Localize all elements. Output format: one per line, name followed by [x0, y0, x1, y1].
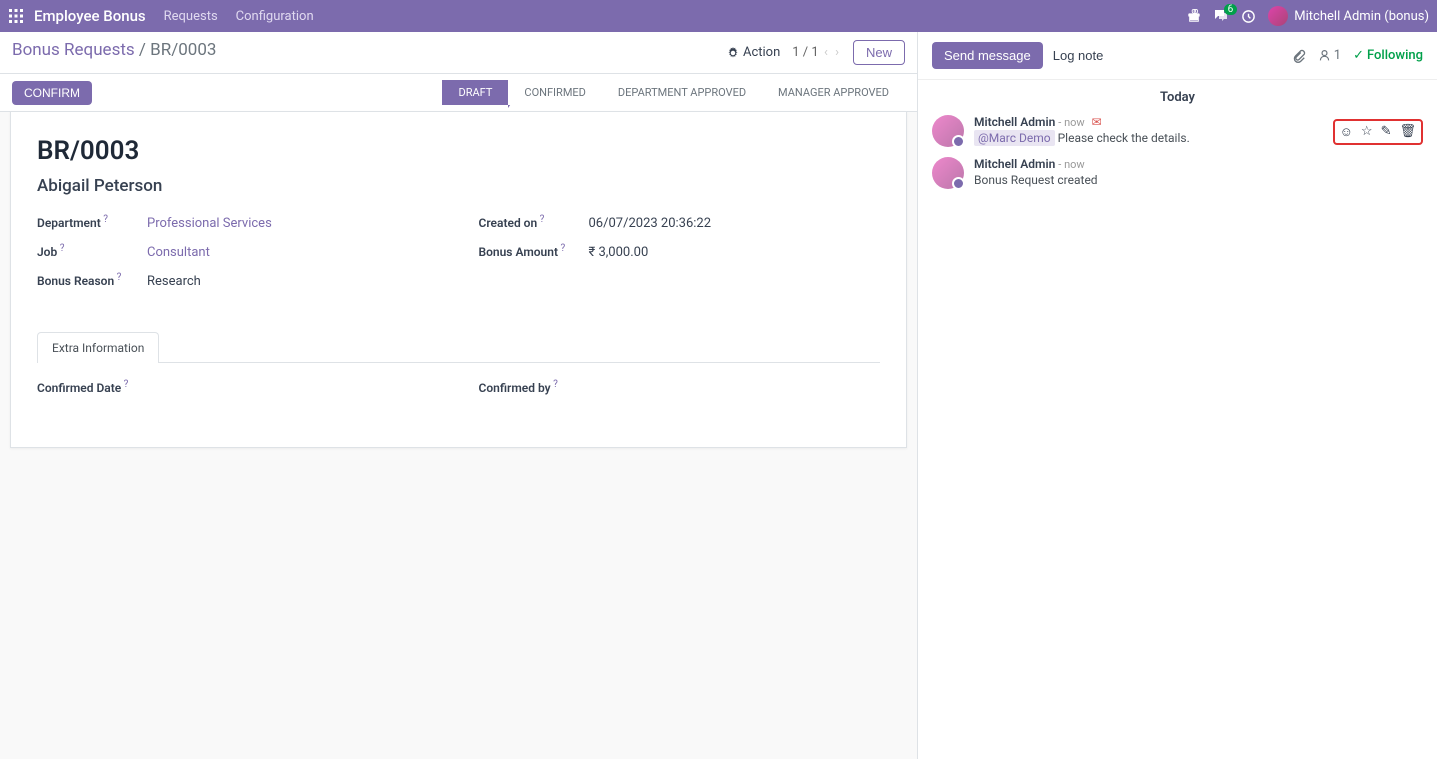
app-title: Employee Bonus — [34, 7, 146, 25]
message-author[interactable]: Mitchell Admin — [974, 115, 1055, 129]
status-step-draft[interactable]: DRAFT — [442, 80, 508, 105]
edit-icon[interactable]: ✎ — [1381, 124, 1392, 140]
clock-icon[interactable] — [1241, 9, 1256, 24]
user-menu[interactable]: Mitchell Admin (bonus) — [1268, 6, 1429, 26]
created-on-label: Created on — [479, 216, 538, 230]
emoji-icon[interactable]: ☺ — [1340, 124, 1353, 140]
gift-icon[interactable] — [1187, 9, 1201, 23]
bonus-reason-value: Research — [147, 274, 201, 289]
confirm-button[interactable]: CONFIRM — [12, 81, 92, 105]
record-title: BR/0003 — [37, 136, 880, 166]
status-step-mgr-approved[interactable]: MANAGER APPROVED — [762, 80, 905, 105]
nav-configuration[interactable]: Configuration — [236, 9, 314, 24]
delete-icon[interactable]: 🗑 — [1399, 124, 1416, 140]
following-button[interactable]: ✓ Following — [1353, 48, 1423, 63]
pager-next-icon[interactable]: › — [835, 45, 839, 60]
message-author[interactable]: Mitchell Admin — [974, 157, 1055, 171]
avatar-icon — [932, 157, 964, 189]
avatar-icon — [932, 115, 964, 147]
bonus-reason-label: Bonus Reason — [37, 274, 114, 288]
mention[interactable]: @Marc Demo — [974, 130, 1055, 146]
send-message-button[interactable]: Send message — [932, 42, 1043, 69]
confirmed-date-label: Confirmed Date — [37, 381, 121, 395]
message-time: now — [1064, 158, 1085, 171]
avatar-icon — [1268, 6, 1288, 26]
message-time: now — [1064, 116, 1085, 129]
attachment-icon[interactable] — [1292, 49, 1306, 63]
pager-text: 1 / 1 — [792, 45, 818, 60]
confirmed-by-label: Confirmed by — [479, 381, 551, 395]
new-button[interactable]: New — [853, 40, 905, 65]
chatter-date-header: Today — [932, 90, 1423, 105]
breadcrumb-root[interactable]: Bonus Requests — [12, 40, 135, 60]
followers-count[interactable]: 1 — [1318, 48, 1341, 63]
action-menu[interactable]: Action — [727, 45, 780, 60]
message-item: Mitchell Admin - now ✉ @Marc Demo Please… — [932, 115, 1423, 147]
status-step-dept-approved[interactable]: DEPARTMENT APPROVED — [602, 80, 762, 105]
created-on-value: 06/07/2023 20:36:22 — [589, 216, 712, 231]
job-value[interactable]: Consultant — [147, 245, 210, 260]
star-icon[interactable]: ☆ — [1361, 124, 1373, 140]
apps-icon[interactable] — [8, 8, 24, 24]
message-text: Bonus Request created — [974, 173, 1423, 187]
message-item: Mitchell Admin - now Bonus Request creat… — [932, 157, 1423, 189]
log-note-button[interactable]: Log note — [1053, 48, 1104, 63]
breadcrumb-current: BR/0003 — [150, 40, 216, 60]
bonus-amount-label: Bonus Amount — [479, 245, 558, 259]
pager-prev-icon[interactable]: ‹ — [824, 45, 828, 60]
department-label: Department — [37, 216, 101, 230]
employee-name: Abigail Peterson — [37, 176, 880, 196]
nav-requests[interactable]: Requests — [164, 9, 218, 24]
messages-badge: 6 — [1224, 4, 1238, 15]
department-value[interactable]: Professional Services — [147, 216, 272, 231]
message-text: Please check the details. — [1055, 131, 1190, 145]
message-actions: ☺ ☆ ✎ 🗑 — [1333, 119, 1423, 145]
envelope-icon[interactable]: ✉ — [1092, 115, 1102, 129]
messages-icon[interactable]: 6 — [1213, 8, 1229, 24]
bonus-amount-value: ₹ 3,000.00 — [589, 245, 649, 260]
tab-extra-information[interactable]: Extra Information — [37, 332, 159, 363]
status-step-confirmed[interactable]: CONFIRMED — [508, 80, 602, 105]
user-name: Mitchell Admin (bonus) — [1294, 9, 1429, 24]
job-label: Job — [37, 245, 57, 259]
